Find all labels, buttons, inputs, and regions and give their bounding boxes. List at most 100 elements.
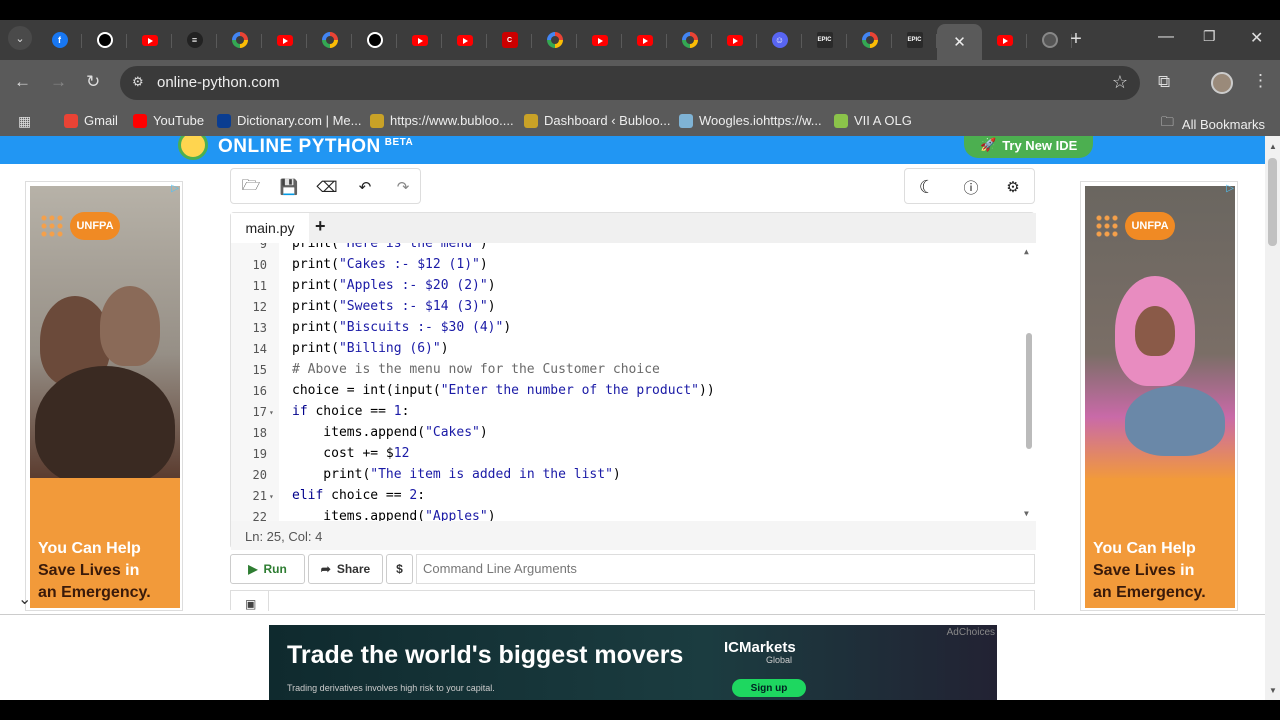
browser-tab[interactable] [82, 24, 127, 56]
bottom-banner-ad[interactable]: Trade the world's biggest movers Trading… [269, 625, 997, 700]
browser-tab[interactable] [307, 24, 352, 56]
minimize-button[interactable]: — [1158, 28, 1174, 46]
code-line[interactable]: cost += $12 [292, 446, 409, 461]
code-line[interactable]: print("Biscuits :- $30 (4)") [292, 320, 511, 335]
dollar-button[interactable]: $ [386, 554, 413, 584]
browser-tab[interactable]: ✕ [937, 24, 982, 60]
tab-search-button[interactable]: ⌄ [8, 26, 32, 50]
browser-tab[interactable] [217, 24, 262, 56]
site-settings-icon[interactable]: ⚙ [132, 74, 144, 90]
code-line[interactable]: items.append("Cakes") [292, 425, 487, 440]
code-line[interactable]: print("Sweets :- $14 (3)") [292, 299, 496, 314]
code-line[interactable]: print("Billing (6)") [292, 341, 449, 356]
run-button[interactable]: ▶ Run [230, 554, 305, 584]
code-line[interactable]: print("Cakes :- $12 (1)") [292, 257, 488, 272]
page-scrollbar[interactable]: ▲ ▼ [1265, 136, 1280, 700]
save-icon[interactable]: 💾 [271, 169, 307, 205]
browser-tab[interactable]: C [487, 24, 532, 56]
adchoices-label[interactable]: AdChoices [947, 627, 995, 638]
copy-icon[interactable]: ▣ [245, 597, 256, 611]
reload-button[interactable]: ↻ [86, 72, 100, 92]
restore-button[interactable]: ❐ [1203, 28, 1216, 45]
browser-menu-icon[interactable]: ⋮ [1252, 71, 1269, 91]
code-line[interactable]: # Above is the menu now for the Customer… [292, 362, 660, 377]
scroll-down-icon[interactable]: ▼ [1269, 686, 1277, 695]
browser-tab[interactable] [352, 24, 397, 56]
browser-tab[interactable] [532, 24, 577, 56]
code-line[interactable]: if choice == 1: [292, 404, 409, 419]
back-button[interactable]: ← [14, 72, 31, 92]
bookmark-label: https://www.bubloo.... [390, 113, 514, 128]
browser-tab[interactable] [442, 24, 487, 56]
dark-mode-icon[interactable]: ☾ [909, 169, 945, 205]
scrollbar-thumb[interactable] [1026, 333, 1032, 449]
editor-scrollbar[interactable]: ▲ ▼ [1020, 243, 1036, 521]
ad-signup-button[interactable]: Sign up [732, 679, 806, 697]
bookmark-item[interactable]: Woogles.iohttps://w... [679, 113, 822, 128]
browser-tab[interactable]: f [37, 24, 82, 56]
code-line[interactable]: print("Apples :- $20 (2)") [292, 278, 496, 293]
bookmark-item[interactable]: Dictionary.com | Me... [217, 113, 362, 128]
url-text[interactable]: online-python.com [157, 74, 280, 91]
code-line[interactable]: choice = int(input("Enter the number of … [292, 383, 715, 398]
bookmark-item[interactable]: https://www.bubloo.... [370, 113, 514, 128]
bookmark-star-icon[interactable]: ☆ [1112, 72, 1128, 93]
all-bookmarks-button[interactable]: 🗀 All Bookmarks [1161, 113, 1265, 135]
bookmark-label: Dictionary.com | Me... [237, 113, 362, 128]
eraser-icon[interactable]: ⌫ [309, 169, 345, 205]
fold-arrow-icon[interactable]: ▾ [269, 408, 274, 417]
fold-arrow-icon[interactable]: ▾ [269, 492, 274, 501]
code-line[interactable]: items.append("Apples") [292, 509, 495, 521]
browser-tab[interactable] [667, 24, 712, 56]
browser-tab[interactable] [847, 24, 892, 56]
tab-main-py[interactable]: main.py [231, 213, 309, 243]
browser-tab[interactable]: EPIC [892, 24, 937, 56]
open-folder-icon[interactable]: 🗁 [233, 169, 269, 205]
left-side-ad[interactable]: UNFPA You Can Help Save Lives in an Emerge… [25, 181, 183, 611]
collapse-ad-chevron-icon[interactable]: ⌄ [18, 589, 31, 609]
browser-tab[interactable] [262, 24, 307, 56]
ad-info-icon[interactable]: ▷ [1226, 183, 1234, 194]
code-line[interactable]: elif choice == 2: [292, 488, 425, 503]
try-new-ide-button[interactable]: 🚀 Try New IDE [964, 136, 1094, 158]
close-window-button[interactable]: ✕ [1250, 28, 1263, 48]
forward-button[interactable]: → [50, 72, 67, 92]
new-tab-button[interactable]: + [1066, 28, 1086, 51]
browser-tab[interactable]: ≡ [172, 24, 217, 56]
share-button[interactable]: ➦ Share [308, 554, 383, 584]
undo-icon[interactable]: ↶ [347, 169, 383, 205]
scroll-up-icon[interactable]: ▲ [1269, 142, 1277, 151]
bookmark-item[interactable]: Dashboard ‹ Bubloo... [524, 113, 670, 128]
code-area[interactable]: 9 10 11 12 13 14 15 16 17 ▾ 18 19 20 21 ▾ 22 print("Her… [231, 243, 1036, 521]
bookmark-favicon-icon [834, 113, 848, 128]
browser-tab[interactable] [397, 24, 442, 56]
browser-tab[interactable]: EPIC [802, 24, 847, 56]
browser-tab[interactable] [577, 24, 622, 56]
settings-icon[interactable]: ⚙ [995, 169, 1031, 205]
right-side-ad[interactable]: UNFPA You Can Help Save Lives in an Emerge… [1080, 181, 1238, 611]
run-bar: ▶ Run ➦ Share $ Command Line Arguments [230, 554, 1035, 584]
redo-icon[interactable]: ↷ [385, 169, 421, 205]
scroll-up-icon[interactable]: ▲ [1024, 247, 1029, 256]
code-line[interactable]: print("Here is the menu") [292, 243, 488, 251]
scroll-down-icon[interactable]: ▼ [1024, 509, 1029, 518]
bookmark-item[interactable]: YouTube [133, 113, 204, 128]
code-line[interactable]: print("The item is added in the list") [292, 467, 620, 482]
omnibox[interactable]: ⚙ online-python.com ☆ [120, 66, 1140, 100]
bookmark-item[interactable]: VII A OLG [834, 113, 912, 128]
browser-tab[interactable]: ☺ [757, 24, 802, 56]
browser-tab[interactable] [127, 24, 172, 56]
info-icon[interactable]: ⓘ [953, 169, 989, 205]
profile-avatar[interactable] [1211, 72, 1233, 94]
page-scrollbar-thumb[interactable] [1268, 158, 1277, 246]
bookmark-item[interactable]: Gmail [64, 113, 118, 128]
browser-tab[interactable] [712, 24, 757, 56]
command-line-arguments-input[interactable]: Command Line Arguments [416, 554, 1035, 584]
browser-tab[interactable] [622, 24, 667, 56]
browser-tab[interactable] [982, 24, 1027, 56]
add-file-button[interactable]: + [315, 216, 326, 237]
site-logo[interactable] [178, 136, 208, 160]
extensions-icon[interactable]: ⧉ [1158, 72, 1170, 92]
apps-grid-icon[interactable]: ▦ [18, 113, 31, 130]
ad-info-icon[interactable]: ▷ [171, 183, 179, 194]
